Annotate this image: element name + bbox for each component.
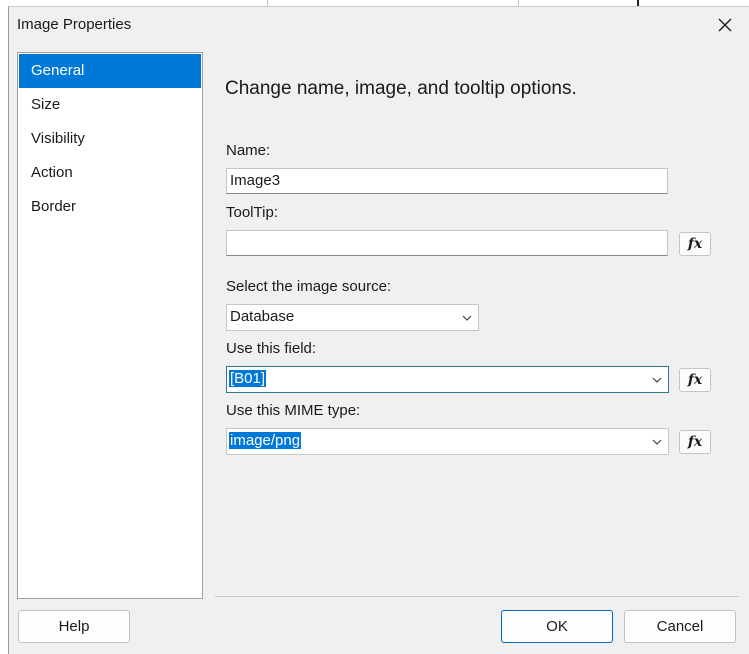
mime-type-value: image/png bbox=[229, 432, 302, 449]
category-list: General Size Visibility Action Border bbox=[17, 52, 203, 599]
field-value: [B01] bbox=[229, 370, 267, 387]
field-select[interactable]: [B01] bbox=[226, 366, 669, 393]
close-icon bbox=[718, 18, 732, 32]
chevron-down-icon bbox=[652, 377, 662, 383]
cancel-button[interactable]: Cancel bbox=[624, 610, 736, 643]
nav-item-border[interactable]: Border bbox=[19, 190, 201, 224]
nav-item-visibility[interactable]: Visibility bbox=[19, 122, 201, 156]
footer-separator bbox=[215, 596, 739, 597]
nav-item-label: Visibility bbox=[31, 130, 85, 147]
field-label: Use this field: bbox=[226, 340, 317, 357]
image-source-select[interactable]: Database bbox=[226, 304, 479, 331]
chevron-down-icon bbox=[462, 315, 472, 321]
name-input[interactable]: Image3 bbox=[226, 168, 668, 194]
close-button[interactable] bbox=[713, 13, 737, 37]
mime-type-label: Use this MIME type: bbox=[226, 402, 361, 419]
page-heading: Change name, image, and tooltip options. bbox=[225, 78, 577, 99]
nav-item-label: Action bbox=[31, 164, 73, 181]
nav-item-label: Border bbox=[31, 198, 77, 215]
ok-button[interactable]: OK bbox=[501, 610, 613, 643]
title-bar: Image Properties bbox=[9, 7, 749, 41]
image-source-value: Database bbox=[230, 308, 295, 325]
image-source-label: Select the image source: bbox=[226, 278, 392, 295]
name-label: Name: bbox=[226, 142, 271, 159]
mime-type-select[interactable]: image/png bbox=[226, 428, 669, 455]
dialog-title: Image Properties bbox=[17, 16, 132, 33]
field-expression-button[interactable]: fx bbox=[679, 368, 711, 392]
tooltip-expression-button[interactable]: fx bbox=[679, 232, 711, 256]
tooltip-input[interactable] bbox=[226, 230, 668, 256]
nav-item-general[interactable]: General bbox=[19, 54, 201, 88]
image-properties-dialog: Image Properties General Size Visibility… bbox=[8, 6, 749, 654]
help-button[interactable]: Help bbox=[18, 610, 130, 643]
nav-item-action[interactable]: Action bbox=[19, 156, 201, 190]
chevron-down-icon bbox=[652, 439, 662, 445]
nav-item-label: Size bbox=[31, 96, 61, 113]
mime-type-expression-button[interactable]: fx bbox=[679, 430, 711, 454]
tooltip-label: ToolTip: bbox=[226, 204, 278, 221]
nav-item-size[interactable]: Size bbox=[19, 88, 201, 122]
nav-item-label: General bbox=[31, 62, 85, 79]
